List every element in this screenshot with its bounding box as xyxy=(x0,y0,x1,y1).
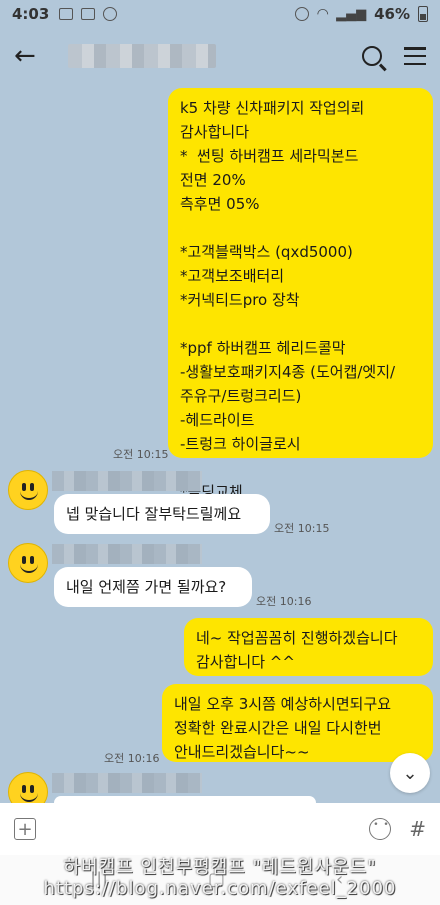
sender-name-blurred xyxy=(52,773,202,793)
message-time: 오전 10:16 xyxy=(104,752,160,765)
emoji-icon[interactable] xyxy=(369,818,392,840)
battery-percent: 46% xyxy=(374,5,410,23)
alarm-icon xyxy=(295,7,310,21)
arrow-left-icon[interactable]: ← xyxy=(14,41,50,71)
menu-icon[interactable] xyxy=(404,47,426,65)
hash-icon[interactable]: # xyxy=(409,817,426,841)
avatar[interactable] xyxy=(8,543,48,583)
watermark-line-1: 하버캠프 인천부평캠프 "레드원사운드" xyxy=(63,857,377,878)
message-bubble-outgoing[interactable]: 네~ 작업꼼꼼히 진행하겠습니다 감사합니다 ^^ xyxy=(184,618,433,676)
signal-icon: ▂▄▆ xyxy=(336,6,367,22)
message-input-bar: + # xyxy=(0,803,440,855)
status-time: 4:03 xyxy=(12,5,50,23)
status-bar: 4:03 ◠ ▂▄▆ 46% xyxy=(0,0,440,28)
shield-icon xyxy=(103,7,118,21)
message-bubble-incoming[interactable]: 내일 언제쯤 가면 될까요? xyxy=(54,567,252,607)
message-time: 오전 10:15 xyxy=(274,522,330,535)
sender-name-blurred xyxy=(52,544,202,564)
message-bubble-incoming-partial xyxy=(54,796,316,803)
avatar[interactable] xyxy=(8,470,48,510)
message-bubble-outgoing[interactable]: k5 차량 신차패키지 작업의뢰 감사합니다 * 썬팅 하버캠프 세라믹본드 전… xyxy=(168,88,433,501)
chat-title-blurred xyxy=(68,44,216,68)
battery-icon xyxy=(418,6,428,22)
message-bubble-outgoing[interactable]: 내일 오후 3시쯤 예상하시면되구요 정확한 완료시간은 내일 다시한번 안내드… xyxy=(162,684,433,762)
plus-icon[interactable]: + xyxy=(14,818,36,840)
message-time: 오전 10:15 xyxy=(113,448,169,461)
cloud-icon xyxy=(81,8,96,20)
chat-header: ← xyxy=(0,28,440,84)
message-input[interactable] xyxy=(46,811,360,847)
wifi-icon: ◠ xyxy=(317,6,329,22)
gallery-icon xyxy=(59,8,74,20)
message-bubble-incoming[interactable]: 넵 맞습니다 잘부탁드릴께요 xyxy=(54,494,270,534)
sender-name-blurred xyxy=(52,471,202,491)
watermark-line-2: https://blog.naver.com/exfeel_2000 xyxy=(43,878,397,899)
message-time: 오전 10:16 xyxy=(256,595,312,608)
search-icon[interactable] xyxy=(362,46,382,66)
chevron-down-icon[interactable]: ⌄ xyxy=(390,753,430,793)
